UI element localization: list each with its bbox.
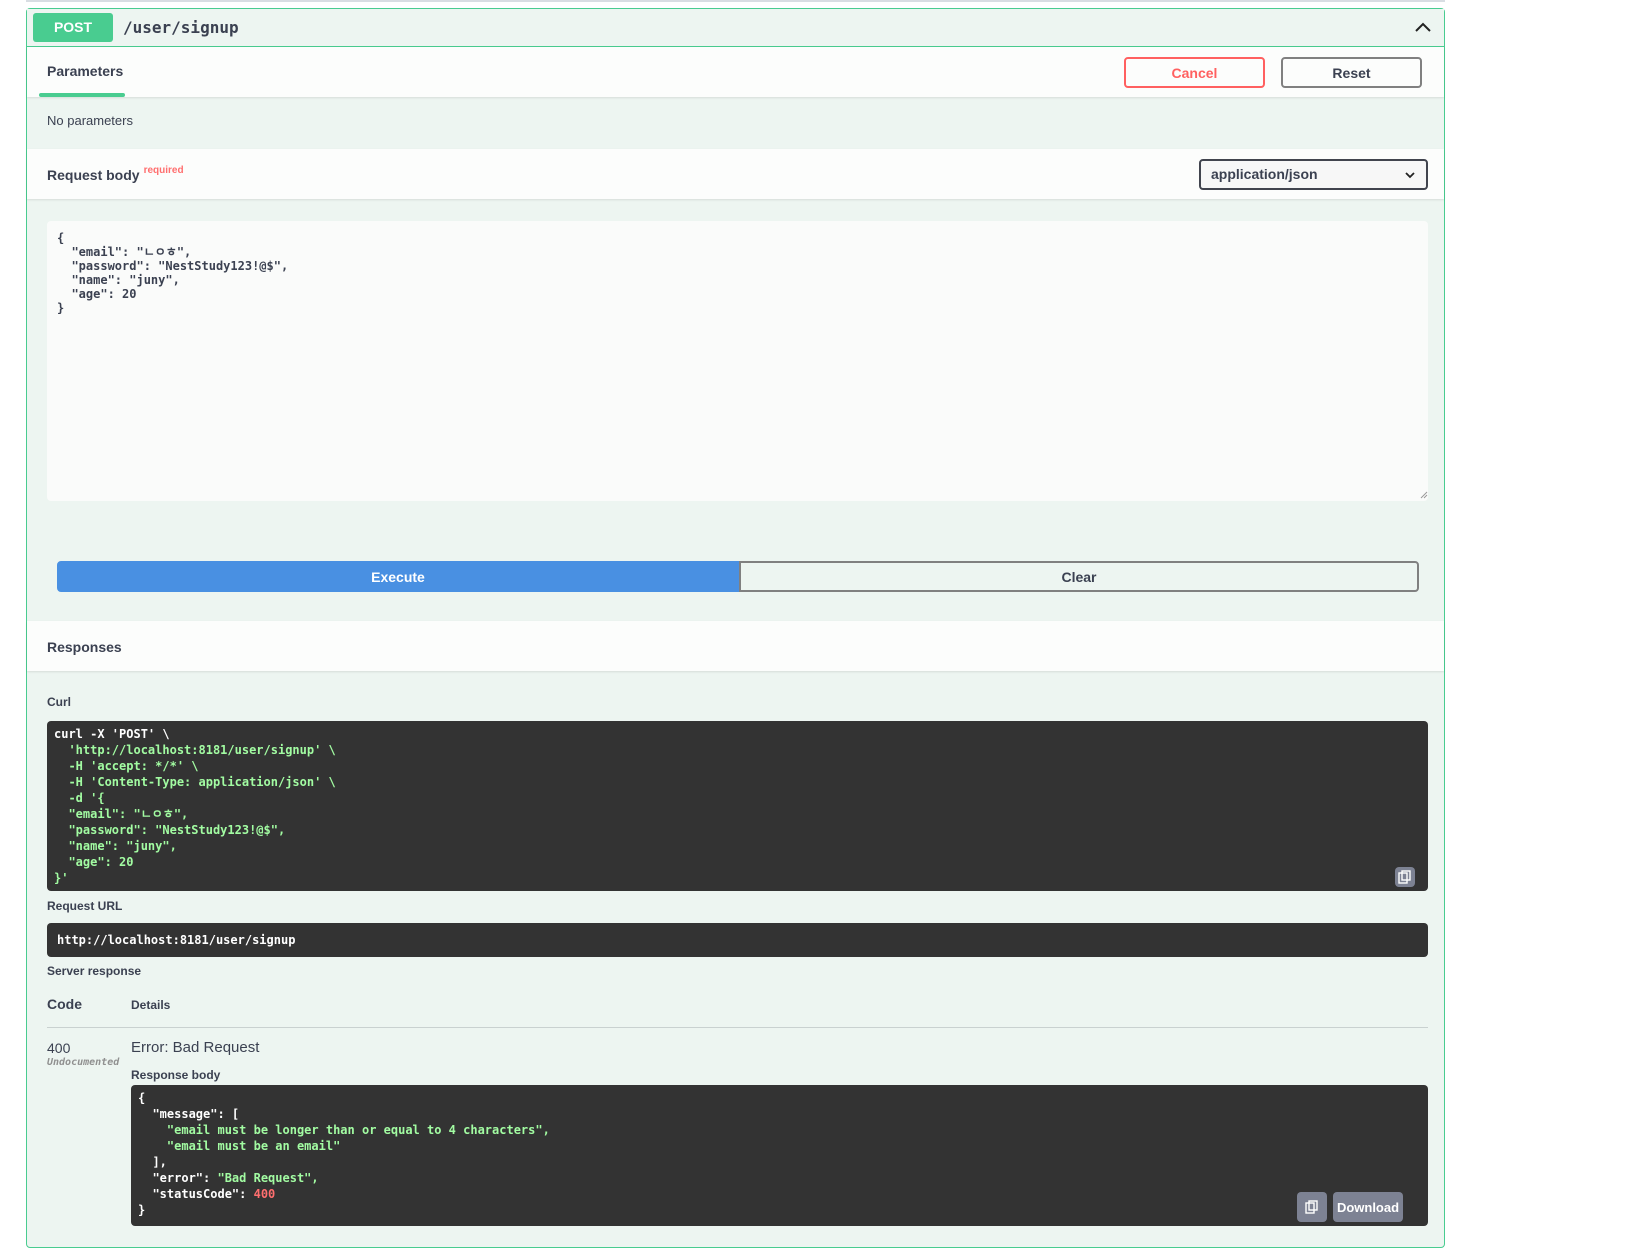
curl-line: -d '{ [54,791,105,805]
content-type-select[interactable]: application/json [1199,159,1428,190]
chevron-up-icon[interactable] [1412,16,1434,38]
endpoint-path: /user/signup [123,18,239,37]
curl-line: -H 'Content-Type: application/json' \ [54,775,336,789]
column-header-code: Code [47,996,82,1012]
opblock-post-user-signup: POST /user/signup Parameters Cancel Rese… [26,8,1445,1248]
method-badge: POST [33,13,113,42]
copy-icon [1398,870,1411,884]
responses-title: Responses [47,639,122,655]
curl-code-block[interactable]: curl -X 'POST' \ 'http://localhost:8181/… [47,721,1428,891]
download-button[interactable]: Download [1333,1192,1403,1222]
column-header-details: Details [131,998,171,1012]
server-response-label: Server response [47,964,142,978]
top-divider [26,0,1445,2]
cancel-button[interactable]: Cancel [1124,57,1265,88]
content-type-value: application/json [1211,166,1318,182]
response-error-text: Error: Bad Request [131,1039,260,1056]
curl-line: curl -X 'POST' \ [54,727,170,741]
no-parameters-text: No parameters [47,113,133,128]
copy-icon [1305,1200,1318,1214]
curl-line: -H 'accept: */*' \ [54,759,199,773]
message-item: "email must be an email" [166,1139,341,1153]
curl-line: }' [54,871,69,885]
undocumented-label: Undocumented [47,1057,120,1068]
parameters-header: Parameters Cancel Reset [27,47,1444,97]
execute-button[interactable]: Execute [57,561,739,592]
response-body-block[interactable]: { "message": [ "email must be longer tha… [131,1085,1428,1226]
error-value: "Bad Request", [217,1171,319,1185]
copy-response-button[interactable] [1297,1192,1327,1222]
tab-active-indicator [39,93,125,97]
request-body-title: Request body required [47,165,184,183]
curl-line: 'http://localhost:8181/user/signup' \ [54,743,336,757]
clear-button[interactable]: Clear [739,561,1419,592]
required-marker: required [143,165,184,176]
tab-parameters[interactable]: Parameters [47,63,123,79]
request-body-title-text: Request body [47,167,140,183]
curl-label: Curl [47,695,71,709]
curl-line: "age": 20 [54,855,134,869]
request-url-block[interactable]: http://localhost:8181/user/signup [47,923,1428,957]
response-body-label: Response body [131,1068,221,1082]
opblock-summary[interactable]: POST /user/signup [27,9,1444,47]
copy-curl-button[interactable] [1395,867,1415,887]
request-url-label: Request URL [47,899,123,913]
response-table-divider [47,1027,1428,1028]
responses-header: Responses [27,621,1444,671]
request-body-editor[interactable]: { "email": "ㄴㅇㅎ", "password": "NestStudy… [47,221,1428,501]
message-item: "email must be longer than or equal to 4… [166,1123,550,1137]
resize-grip-icon[interactable] [1420,491,1428,499]
curl-line: "email": "ㄴㅇㅎ", [54,807,189,821]
request-body-header: Request body required application/json [27,149,1444,199]
status-code-value: 400 [253,1187,276,1201]
reset-button[interactable]: Reset [1281,57,1422,88]
curl-line: "name": "juny", [54,839,177,853]
curl-line: "password": "NestStudy123!@$", [54,823,286,837]
chevron-down-icon [1405,172,1415,179]
response-status-code: 400 [47,1040,71,1056]
